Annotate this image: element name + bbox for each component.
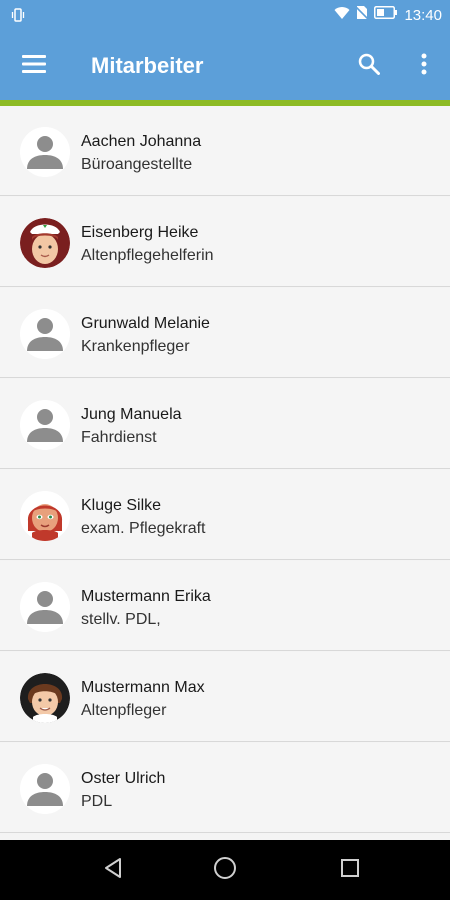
recents-icon [340,858,360,883]
nurse-avatar [20,218,70,268]
default-person-icon [20,127,70,177]
no-sim-icon [355,5,370,25]
employee-name: Grunwald Melanie [81,315,210,332]
status-bar: 13:40 [0,0,450,30]
list-item[interactable]: Jung Manuela Fahrdienst [0,379,450,469]
search-icon [358,53,380,80]
home-button[interactable] [205,850,245,890]
battery-icon [374,6,398,24]
employee-name: Jung Manuela [81,406,182,423]
employee-role: stellv. PDL, [81,611,161,628]
employee-list: Aachen Johanna Büroangestellte Eisenberg… [0,106,450,840]
employee-name: Kluge Silke [81,497,162,514]
employee-name: Oster Ulrich [81,770,166,787]
default-person-icon [20,582,70,632]
system-nav-bar [0,840,450,900]
employee-name: Eisenberg Heike [81,224,199,241]
employee-role: Büroangestellte [81,156,193,173]
more-vert-icon [421,53,427,80]
default-person-icon [20,764,70,814]
wifi-icon [334,6,350,25]
recents-button[interactable] [330,850,370,890]
list-item[interactable]: Kluge Silke exam. Pflegekraft [0,470,450,560]
list-item[interactable]: Mustermann Erika stellv. PDL, [0,561,450,651]
employee-name: Aachen Johanna [81,133,202,150]
back-icon [103,857,123,884]
default-person-icon [20,309,70,359]
default-person-icon [20,400,70,450]
list-item[interactable]: Grunwald Melanie Krankenpfleger [0,288,450,378]
employee-role: exam. Pflegekraft [81,520,206,537]
vibrate-icon [10,7,26,23]
menu-button[interactable] [14,46,54,86]
list-item[interactable]: Aachen Johanna Büroangestellte [0,106,450,196]
employee-role: Altenpfleger [81,702,167,719]
red-hair-woman-avatar [20,491,70,541]
employee-role: Fahrdienst [81,429,157,446]
employee-name: Mustermann Erika [81,588,211,605]
list-item[interactable]: Mustermann Max Altenpfleger [0,652,450,742]
list-item[interactable]: Eisenberg Heike Altenpflegehelferin [0,197,450,287]
back-button[interactable] [93,850,133,890]
home-icon [213,856,237,885]
employee-role: Altenpflegehelferin [81,247,214,264]
page-title: Mitarbeiter [91,53,204,78]
app-bar: Mitarbeiter [0,30,450,102]
employee-name: Mustermann Max [81,679,205,696]
status-time: 13:40 [404,6,442,24]
more-options-button[interactable] [404,46,444,86]
list-item[interactable]: Oster Ulrich PDL [0,743,450,833]
employee-role: Krankenpfleger [81,338,190,355]
brown-hair-man-avatar [20,673,70,723]
menu-icon [22,54,46,78]
employee-role: PDL [81,793,113,810]
search-button[interactable] [349,46,389,86]
